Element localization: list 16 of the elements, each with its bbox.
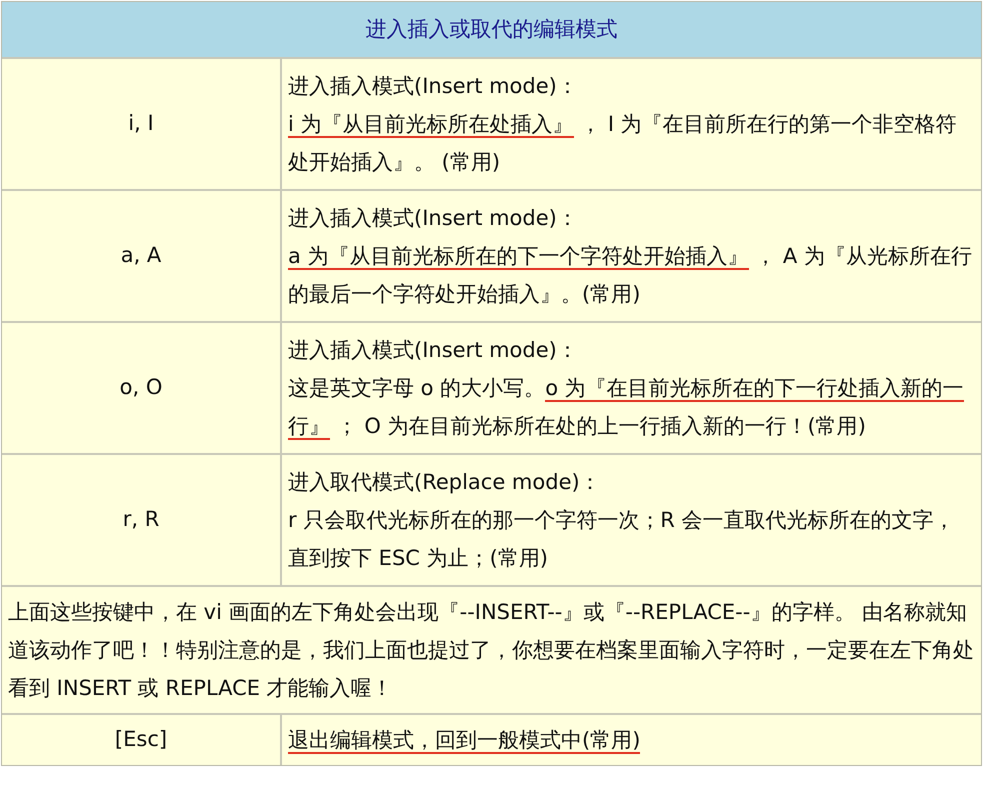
key-cell: r, R (2, 455, 282, 585)
mode-heading: 进入插入模式(Insert mode)： (288, 337, 579, 364)
key-cell: [Esc] (2, 715, 282, 765)
description-text: i 为『从目前光标所在处插入』 ， I 为『在目前所在行的第一个非空格符处开始插入』。 (常用) (288, 111, 958, 176)
description-text: a 为『从目前光标所在的下一个字符处开始插入』 ， A 为『从光标所在行的最后一个字符处开始插入』。(常用) (288, 243, 973, 308)
key-cell: i, I (2, 59, 282, 189)
mode-heading: 进入插入模式(Insert mode)： (288, 73, 579, 100)
mode-heading: 进入取代模式(Replace mode)： (288, 469, 602, 496)
table-header: 进入插入或取代的编辑模式 (2, 2, 981, 59)
note-text: 上面这些按键中，在 vi 画面的左下角处会出现『--INSERT--』或『--REPLACE--』的字样。 由名称就知道该动作了吧！！特别注意的是，我们上面也提过了，你想要在档案里面输入字符时，一定要在左下角处看到 INSERT 或 REPLACE 才能输入喔！ (8, 599, 975, 702)
description-text: 退出编辑模式，回到一般模式中(常用) (287, 727, 642, 756)
key-cell: a, A (2, 191, 282, 321)
mode-heading: 进入插入模式(Insert mode)： (288, 205, 579, 232)
description-text: r 只会取代光标所在的那一个字符一次；R 会一直取代光标所在的文字，直到按下 ESC 为止；(常用) (288, 507, 956, 572)
key-cell: o, O (2, 323, 282, 453)
description-text: 这是英文字母 o 的大小写。o 为『在目前光标所在的下一行处插入新的一行』 ； O 为在目前光标所在处的上一行插入新的一行！(常用) (288, 375, 965, 442)
